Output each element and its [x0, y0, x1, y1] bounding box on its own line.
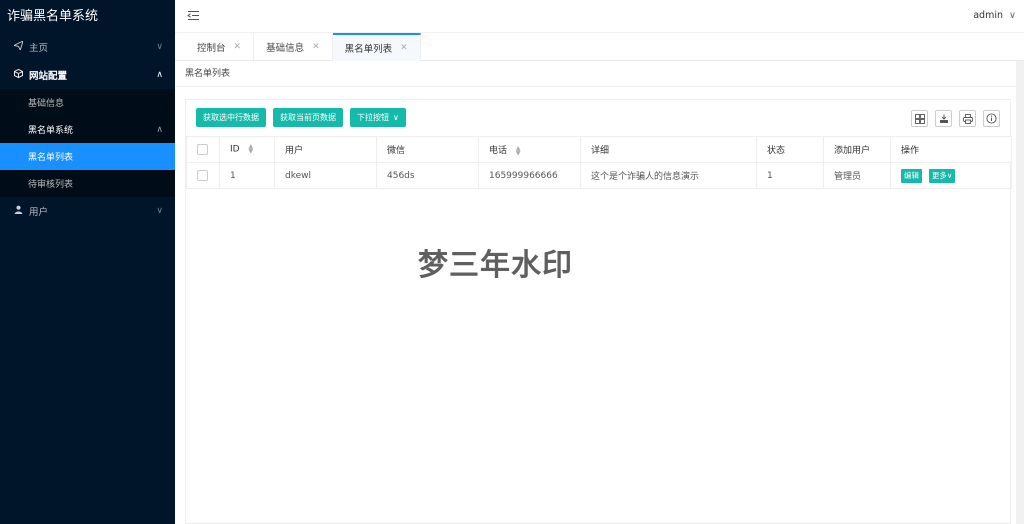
- username: admin: [973, 10, 1003, 21]
- chevron-down-icon: ∨: [156, 42, 163, 52]
- tab-console[interactable]: 控制台 ✕: [185, 33, 255, 61]
- edit-button[interactable]: 编辑: [901, 168, 922, 183]
- dropdown-button-label: 下拉按钮: [357, 113, 389, 122]
- column-header-wechat: 微信: [376, 136, 479, 163]
- select-all-cell: [186, 136, 220, 163]
- select-all-checkbox[interactable]: [197, 144, 208, 155]
- sort-icon[interactable]: ▲ ▼: [248, 144, 253, 155]
- column-header-user: 用户: [274, 136, 377, 163]
- menu-fold-icon[interactable]: [187, 9, 200, 22]
- top-header: admin ∨: [175, 0, 1024, 33]
- paper-plane-icon: [12, 40, 24, 53]
- column-header-actions: 操作: [890, 136, 1012, 163]
- more-button-label: 更多: [931, 170, 947, 180]
- print-icon[interactable]: [959, 110, 976, 127]
- sidebar-item-blacklist-system[interactable]: 黑名单系统 ∧: [0, 116, 175, 143]
- sidebar-item-label: 主页: [29, 43, 49, 54]
- sidebar-item-label: 用户: [29, 207, 49, 218]
- column-header-added-by: 添加用户: [823, 136, 891, 163]
- column-header-phone[interactable]: 电话 ▲ ▼: [478, 136, 581, 163]
- tab-label: 基础信息: [266, 43, 305, 54]
- sidebar-item-label: 网站配置: [29, 71, 68, 82]
- sidebar-item-label: 黑名单系统: [28, 126, 74, 136]
- row-select-cell: [186, 162, 220, 189]
- column-header-id[interactable]: ID ▲ ▼: [219, 136, 275, 163]
- close-icon[interactable]: ✕: [312, 42, 320, 52]
- table-toolbar: 获取选中行数据 获取当前页数据 下拉按钮 ∨: [196, 108, 406, 127]
- sidebar-item-home[interactable]: 主页 ∨: [0, 33, 175, 61]
- table-row: 1 dkewl 456ds 165999966666 这个是个诈骗人的信息演示 …: [186, 162, 1012, 189]
- cell-actions: 编辑 更多∨: [890, 162, 1012, 189]
- user-menu[interactable]: admin ∨: [973, 10, 1016, 21]
- tab-label: 黑名单列表: [344, 44, 393, 55]
- column-header-status: 状态: [756, 136, 824, 163]
- table-panel: 获取选中行数据 获取当前页数据 下拉按钮 ∨ ID ▲ ▼ 用户 微信 电话 ▲…: [185, 99, 1012, 524]
- get-current-page-button[interactable]: 获取当前页数据: [273, 108, 343, 127]
- tab-label: 控制台: [197, 43, 226, 54]
- scrollbar[interactable]: [1016, 61, 1024, 524]
- cell-phone: 165999966666: [478, 162, 581, 189]
- chevron-down-icon: ∨: [1009, 10, 1016, 21]
- tab-bar: 控制台 ✕ 基础信息 ✕ 黑名单列表 ✕: [175, 33, 1024, 61]
- sidebar-item-label: 基础信息: [28, 99, 65, 109]
- table-tools: [911, 110, 1000, 127]
- column-header-detail: 详细: [580, 136, 757, 163]
- site-config-submenu: 基础信息 黑名单系统 ∧ 黑名单列表 待审核列表: [0, 89, 175, 197]
- row-checkbox[interactable]: [197, 170, 208, 181]
- sidebar-item-basic-info[interactable]: 基础信息: [0, 89, 175, 116]
- sidebar: 诈骗黑名单系统 主页 ∨ 网站配置 ∧ 基础信息 黑名单系统 ∧ 黑名单列表 待…: [0, 0, 175, 524]
- app-title: 诈骗黑名单系统: [7, 9, 99, 24]
- table-header-row: ID ▲ ▼ 用户 微信 电话 ▲ ▼ 详细 状态 添加用户 操作: [186, 136, 1012, 163]
- sort-icon[interactable]: ▲ ▼: [516, 145, 521, 156]
- cell-wechat: 456ds: [376, 162, 479, 189]
- export-icon[interactable]: [935, 110, 952, 127]
- chevron-down-icon: ∨: [156, 206, 163, 216]
- chevron-down-icon: ∨: [393, 113, 399, 122]
- close-icon[interactable]: ✕: [234, 42, 242, 52]
- get-selected-rows-button[interactable]: 获取选中行数据: [196, 108, 266, 127]
- cell-user: dkewl: [274, 162, 377, 189]
- sidebar-item-blacklist[interactable]: 黑名单列表: [0, 143, 175, 170]
- blacklist-table: ID ▲ ▼ 用户 微信 电话 ▲ ▼ 详细 状态 添加用户 操作 1 dkew…: [186, 136, 1012, 189]
- breadcrumb: 黑名单列表: [175, 61, 1016, 87]
- more-button[interactable]: 更多∨: [928, 168, 956, 183]
- cell-status: 1: [756, 162, 824, 189]
- tab-basic-info[interactable]: 基础信息 ✕: [254, 33, 333, 61]
- sidebar-item-site-config[interactable]: 网站配置 ∧: [0, 61, 175, 89]
- watermark: 梦三年水印: [418, 248, 573, 283]
- cell-added-by: 管理员: [823, 162, 891, 189]
- sidebar-item-label: 黑名单列表: [28, 153, 74, 163]
- dropdown-button[interactable]: 下拉按钮 ∨: [350, 108, 406, 127]
- tab-blacklist[interactable]: 黑名单列表 ✕: [332, 33, 421, 61]
- chevron-up-icon: ∧: [156, 70, 163, 80]
- sidebar-item-users[interactable]: 用户 ∨: [0, 197, 175, 225]
- cell-detail: 这个是个诈骗人的信息演示: [580, 162, 757, 189]
- cube-icon: [12, 68, 24, 81]
- sidebar-item-pending-review[interactable]: 待审核列表: [0, 170, 175, 197]
- cell-id: 1: [219, 162, 275, 189]
- chevron-down-icon: ∨: [946, 170, 953, 180]
- info-icon[interactable]: [983, 110, 1000, 127]
- user-icon: [12, 205, 24, 217]
- columns-filter-icon[interactable]: [911, 110, 928, 127]
- sidebar-item-label: 待审核列表: [28, 180, 74, 190]
- chevron-up-icon: ∧: [156, 124, 163, 135]
- close-icon[interactable]: ✕: [400, 43, 408, 53]
